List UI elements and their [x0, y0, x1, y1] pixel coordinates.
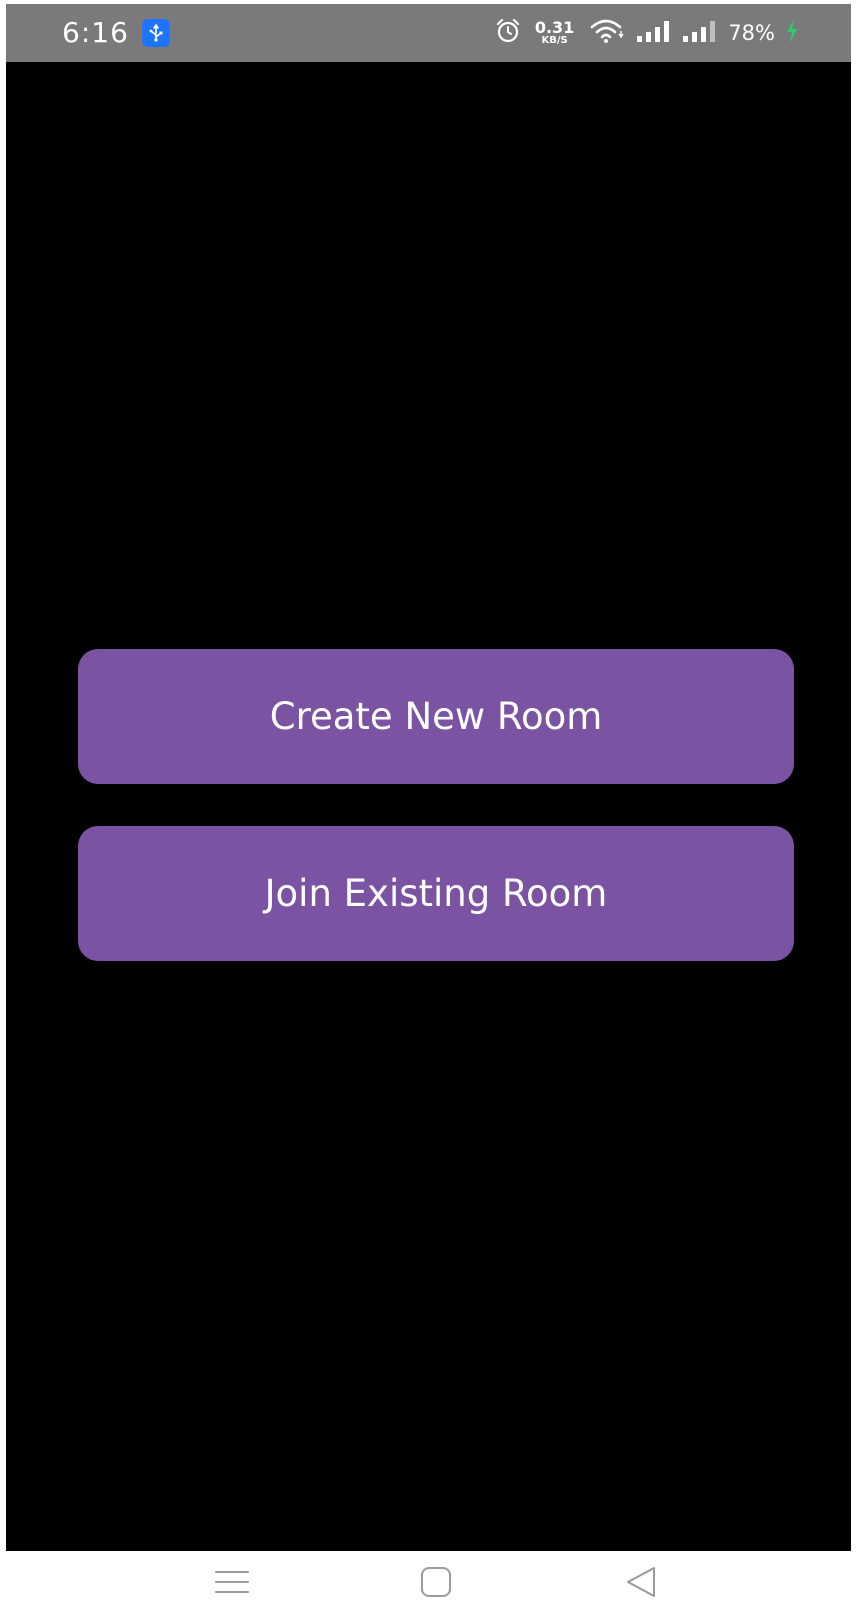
alarm-icon: [495, 18, 521, 49]
network-speed-unit: KB/S: [541, 35, 568, 46]
create-new-room-button[interactable]: Create New Room: [78, 649, 794, 784]
join-existing-room-button[interactable]: Join Existing Room: [78, 826, 794, 961]
navigation-bar: [0, 1551, 857, 1613]
status-bar: 6:16 0.31 KB/S 78%: [6, 4, 851, 62]
wifi-icon: [590, 18, 626, 49]
back-icon[interactable]: [622, 1565, 662, 1599]
network-speed-value: 0.31: [534, 18, 575, 37]
signal-icon: [636, 18, 672, 49]
room-actions: Create New Room Join Existing Room: [78, 649, 794, 1003]
status-time: 6:16: [62, 16, 129, 49]
home-icon[interactable]: [416, 1565, 456, 1599]
status-indicators: 0.31 KB/S 78%: [495, 12, 799, 54]
charging-icon: [785, 18, 799, 49]
usb-icon: [142, 19, 170, 47]
signal-icon: [682, 18, 718, 49]
menu-icon[interactable]: [212, 1565, 252, 1599]
battery-percent: 78%: [728, 21, 775, 45]
network-speed: 0.31 KB/S: [535, 20, 574, 46]
